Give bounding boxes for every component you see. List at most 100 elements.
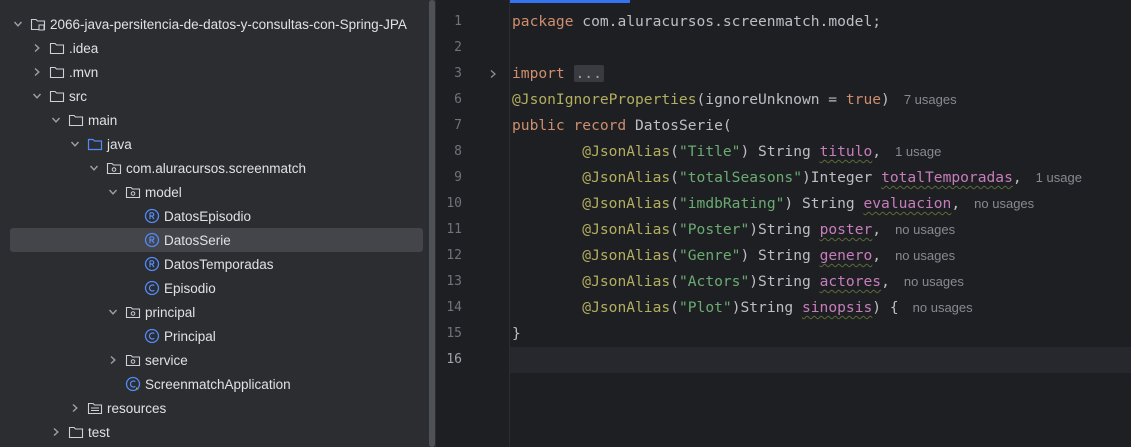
paren: ( bbox=[670, 169, 679, 186]
type: ) String bbox=[784, 195, 864, 212]
tree-item-mvn[interactable]: .mvn bbox=[0, 60, 428, 84]
code-line-field-evaluacion[interactable]: @JsonAlias("imdbRating") String evaluaci… bbox=[512, 191, 1131, 217]
tree-item-src[interactable]: src bbox=[0, 84, 428, 108]
chevron-right-icon[interactable] bbox=[31, 66, 43, 78]
tree-item-principal-package[interactable]: principal bbox=[0, 300, 428, 324]
tree-item-label: Episodio bbox=[164, 280, 216, 296]
code-line-import[interactable]: import ... bbox=[512, 61, 1131, 87]
chevron-right-icon[interactable] bbox=[31, 42, 43, 54]
chevron-down-icon[interactable] bbox=[107, 186, 119, 198]
type: )String bbox=[749, 221, 820, 238]
tree-item-label: DatosTemporadas bbox=[164, 256, 274, 272]
code-line-field-titulo[interactable]: @JsonAlias("Title") String titulo, 1 usag… bbox=[512, 139, 1131, 165]
code-line-field-poster[interactable]: @JsonAlias("Poster")String poster, no usa… bbox=[512, 217, 1131, 243]
tree-item-java[interactable]: java bbox=[0, 132, 428, 156]
tree-item-label: principal bbox=[145, 304, 196, 320]
ide-window: 2066-java-persitencia-de-datos-y-consult… bbox=[0, 0, 1131, 447]
field-name: titulo bbox=[819, 143, 873, 160]
tree-item-service[interactable]: service bbox=[0, 348, 428, 372]
code-line-annotation[interactable]: @JsonIgnoreProperties(ignoreUnknown = tr… bbox=[512, 87, 1131, 113]
annotation: @JsonAlias bbox=[582, 143, 671, 160]
usages-hint[interactable]: 1 usage bbox=[1036, 170, 1082, 185]
chevron-right-icon[interactable] bbox=[69, 402, 81, 414]
punct: , bbox=[951, 195, 961, 212]
tree-item-package-screenmatch[interactable]: com.aluracursos.screenmatch bbox=[0, 156, 428, 180]
usages-hint[interactable]: no usages bbox=[895, 248, 955, 263]
punct: ) { bbox=[872, 299, 899, 316]
tree-item-label: 2066-java-persitencia-de-datos-y-consult… bbox=[50, 16, 407, 32]
tree-item-project-root[interactable]: 2066-java-persitencia-de-datos-y-consult… bbox=[0, 12, 428, 36]
code-line-empty-current[interactable] bbox=[512, 347, 1131, 373]
tree-item-resources[interactable]: resources bbox=[0, 396, 428, 420]
code-line-package[interactable]: package com.aluracursos.screenmatch.mode… bbox=[512, 9, 1131, 35]
code-line-field-genero[interactable]: @JsonAlias("Genre") String genero, no usa… bbox=[512, 243, 1131, 269]
string: "Title" bbox=[678, 143, 741, 160]
line-number: 11 bbox=[446, 222, 462, 237]
paren: ( bbox=[670, 273, 679, 290]
usages-hint[interactable]: no usages bbox=[974, 196, 1034, 211]
chevron-down-icon[interactable] bbox=[88, 162, 100, 174]
code-line-record[interactable]: public record DatosSerie( bbox=[512, 113, 1131, 139]
type: )Integer bbox=[801, 169, 882, 186]
code-line-field-actores[interactable]: @JsonAlias("Actors")String actores, no us… bbox=[512, 269, 1131, 295]
line-number: 6 bbox=[454, 92, 462, 107]
code-line-field-totaltemporadas[interactable]: @JsonAlias("totalSeasons")Integer totalT… bbox=[512, 165, 1131, 191]
line-number: 8 bbox=[454, 144, 462, 159]
annotation: @JsonAlias bbox=[582, 247, 671, 264]
annotation: @JsonAlias bbox=[582, 273, 671, 290]
fold-expand-icon[interactable] bbox=[487, 68, 499, 80]
string: "imdbRating" bbox=[678, 195, 785, 212]
field-name: sinopsis bbox=[801, 299, 873, 316]
type: )String bbox=[731, 299, 802, 316]
chevron-right-icon[interactable] bbox=[50, 426, 62, 438]
tree-item-model[interactable]: model bbox=[0, 180, 428, 204]
tree-item-label: main bbox=[88, 112, 118, 128]
line-number: 12 bbox=[446, 248, 462, 263]
chevron-right-icon[interactable] bbox=[107, 354, 119, 366]
tree-item-datosserie[interactable]: DatosSerie bbox=[0, 228, 428, 252]
punct: , bbox=[872, 247, 882, 264]
tree-item-datostemporadas[interactable]: DatosTemporadas bbox=[0, 252, 428, 276]
keyword: import bbox=[512, 65, 565, 82]
code-line-closing-brace[interactable]: } bbox=[512, 321, 1131, 347]
package-icon bbox=[125, 352, 141, 368]
project-tree[interactable]: 2066-java-persitencia-de-datos-y-consult… bbox=[0, 0, 428, 447]
string: "Genre" bbox=[678, 247, 741, 264]
chevron-down-icon[interactable] bbox=[12, 18, 24, 30]
chevron-down-icon[interactable] bbox=[107, 306, 119, 318]
tree-item-main[interactable]: main bbox=[0, 108, 428, 132]
code-line-field-sinopsis[interactable]: @JsonAlias("Plot")String sinopsis) {no u… bbox=[512, 295, 1131, 321]
annotation: @JsonIgnoreProperties bbox=[512, 91, 697, 108]
field-name: actores bbox=[819, 273, 882, 290]
tree-scrollbar-thumb[interactable] bbox=[429, 0, 435, 447]
line-number: 9 bbox=[454, 170, 462, 185]
chevron-down-icon[interactable] bbox=[31, 90, 43, 102]
tree-item-screenmatchapplication[interactable]: ScreenmatchApplication bbox=[0, 372, 428, 396]
chevron-down-icon[interactable] bbox=[69, 138, 81, 150]
package-icon bbox=[125, 184, 141, 200]
string: "Actors" bbox=[678, 273, 750, 290]
tree-item-label: test bbox=[88, 424, 110, 440]
usages-hint[interactable]: 1 usage bbox=[895, 144, 941, 159]
line-number: 3 bbox=[454, 66, 462, 81]
chevron-down-icon[interactable] bbox=[50, 114, 62, 126]
resources-folder-icon bbox=[87, 400, 103, 416]
tree-item-idea[interactable]: .idea bbox=[0, 36, 428, 60]
tree-item-principal-class[interactable]: Principal bbox=[0, 324, 428, 348]
tree-item-label: model bbox=[145, 184, 182, 200]
usages-hint[interactable]: 7 usages bbox=[904, 92, 957, 107]
folded-imports[interactable]: ... bbox=[573, 65, 604, 82]
code-editor[interactable]: 1 2 3 6 7 8 9 10 11 12 13 14 15 16 packa… bbox=[437, 0, 1131, 447]
tree-item-episodio[interactable]: Episodio bbox=[0, 276, 428, 300]
usages-hint[interactable]: no usages bbox=[895, 222, 955, 237]
editor-gutter[interactable]: 1 2 3 6 7 8 9 10 11 12 13 14 15 16 bbox=[437, 0, 509, 447]
spring-app-icon bbox=[125, 376, 141, 392]
tree-item-datosepisodio[interactable]: DatosEpisodio bbox=[0, 204, 428, 228]
usages-hint[interactable]: no usages bbox=[904, 274, 964, 289]
annotation-args: (ignoreUnknown = bbox=[696, 91, 846, 108]
tree-item-test[interactable]: test bbox=[0, 420, 428, 444]
usages-hint[interactable]: no usages bbox=[913, 300, 973, 315]
